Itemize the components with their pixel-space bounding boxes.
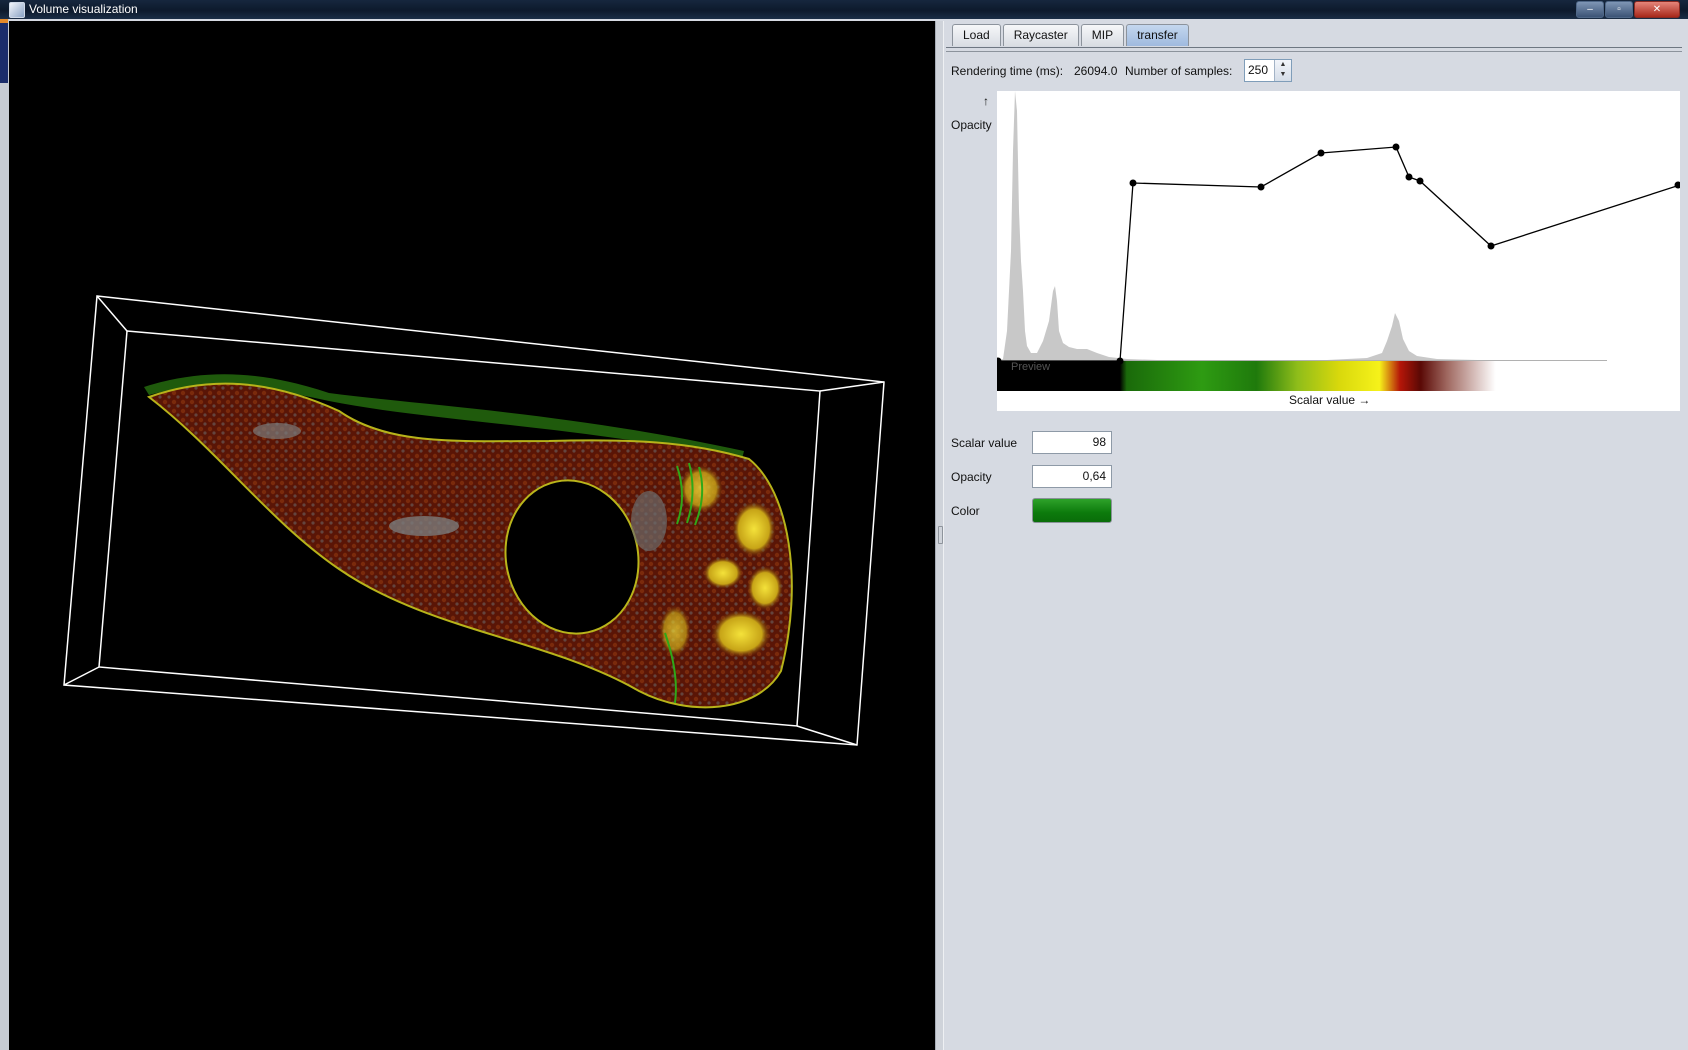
- histogram: [997, 91, 1607, 361]
- opacity-value-field[interactable]: 0,64: [1032, 465, 1112, 488]
- control-point[interactable]: [1116, 357, 1124, 365]
- volume-rendering: [63, 295, 885, 746]
- tab-mip[interactable]: MIP: [1080, 24, 1125, 46]
- split-pane-divider[interactable]: [935, 21, 944, 1050]
- control-panel: Load Raycaster MIP transfer Rendering ti…: [944, 21, 1688, 1050]
- maximize-button[interactable]: ▫: [1605, 1, 1633, 18]
- samples-spinner[interactable]: 250 ▲ ▼: [1244, 59, 1292, 82]
- opacity-axis-label: Opacity: [951, 118, 992, 132]
- spinner-down-icon[interactable]: ▼: [1275, 70, 1291, 80]
- samples-label: Number of samples:: [1125, 64, 1233, 78]
- control-point[interactable]: [1129, 179, 1137, 187]
- minimize-button[interactable]: –: [1576, 1, 1604, 18]
- splitter-grip-icon[interactable]: [938, 526, 943, 544]
- tab-transfer[interactable]: transfer: [1126, 24, 1189, 46]
- desktop-edge: [0, 19, 9, 1050]
- tab-bar: Load Raycaster MIP transfer: [952, 24, 1191, 47]
- transfer-function-canvas[interactable]: Preview: [997, 91, 1680, 411]
- transfer-function-editor[interactable]: Preview: [997, 91, 1680, 411]
- java-app-icon: [9, 2, 25, 18]
- opacity-axis-arrow-icon: ↑: [983, 94, 989, 108]
- color-label: Color: [951, 504, 980, 518]
- control-point[interactable]: [1416, 177, 1424, 185]
- spinner-up-icon[interactable]: ▲: [1275, 60, 1291, 70]
- control-point[interactable]: [1674, 181, 1681, 189]
- control-points[interactable]: [997, 143, 1681, 365]
- opacity-curve: [997, 146, 1680, 362]
- rendering-time-label: Rendering time (ms):: [951, 64, 1064, 78]
- render-viewport[interactable]: [9, 21, 935, 1050]
- volume-body: [146, 382, 793, 709]
- tab-content-border: [946, 47, 1682, 52]
- scalar-value-label: Scalar value: [951, 436, 1018, 450]
- desktop-edge-window: [0, 23, 8, 83]
- samples-value[interactable]: 250: [1248, 63, 1268, 77]
- window-controls: – ▫ ✕: [1575, 1, 1680, 18]
- scalar-axis-label: Scalar value →: [1289, 393, 1371, 407]
- close-button[interactable]: ✕: [1634, 1, 1680, 18]
- control-point[interactable]: [1487, 242, 1495, 250]
- control-point[interactable]: [1257, 183, 1265, 191]
- window-title: Volume visualization: [29, 2, 138, 16]
- spinner-arrows[interactable]: ▲ ▼: [1274, 60, 1291, 81]
- opacity-value-label: Opacity: [951, 470, 992, 484]
- tab-raycaster[interactable]: Raycaster: [1002, 24, 1079, 46]
- color-picker-button[interactable]: [1032, 498, 1112, 523]
- tab-load[interactable]: Load: [952, 24, 1001, 46]
- preview-label: Preview: [1011, 361, 1050, 373]
- control-point[interactable]: [1405, 173, 1413, 181]
- rendering-time-value: 26094.0: [1074, 64, 1118, 78]
- control-point[interactable]: [1392, 143, 1400, 151]
- window-title-bar: Volume visualization – ▫ ✕: [0, 0, 1688, 19]
- scalar-value-field[interactable]: 98: [1032, 431, 1112, 454]
- color-preview-bar: [997, 361, 1680, 391]
- control-point[interactable]: [1317, 149, 1325, 157]
